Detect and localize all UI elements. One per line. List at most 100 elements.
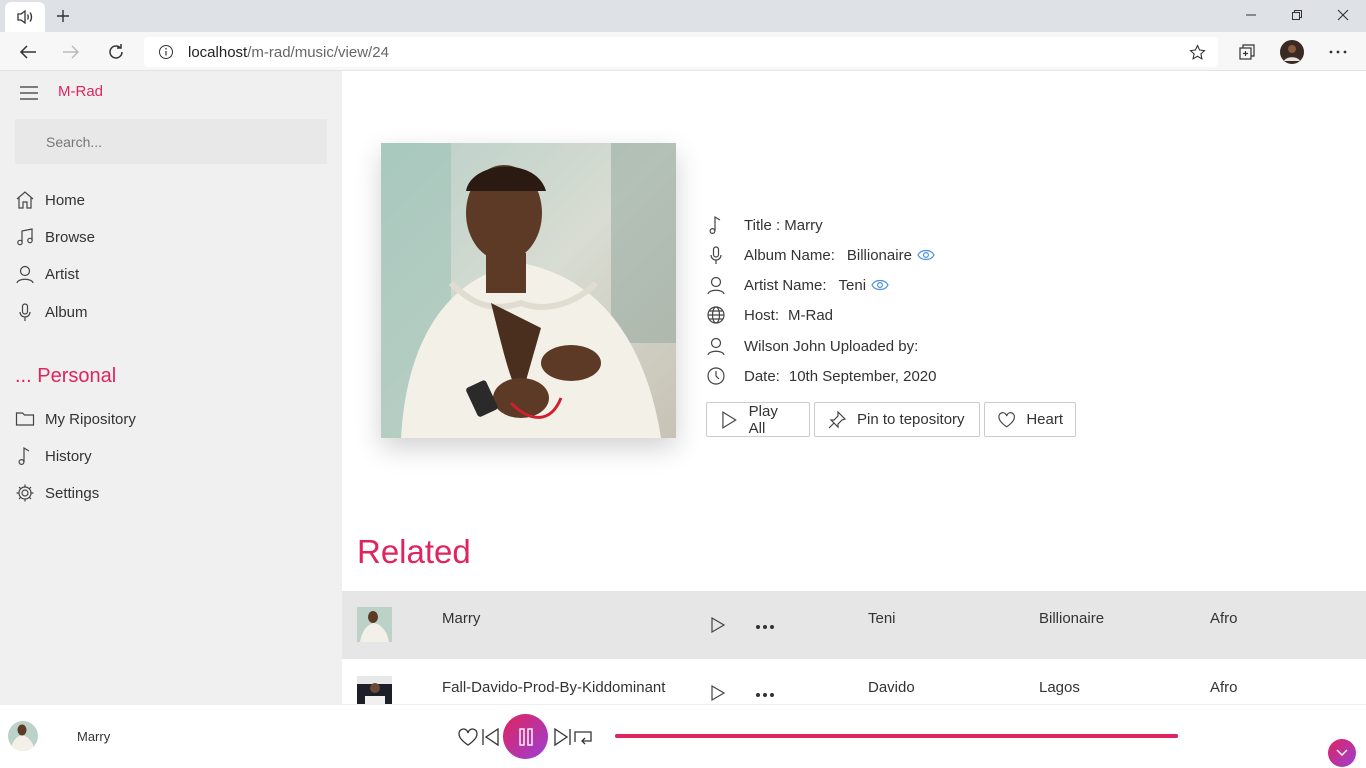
track-artist[interactable]: Teni xyxy=(868,610,896,627)
track-artist[interactable]: Davido xyxy=(868,679,915,696)
plus-icon xyxy=(57,10,69,22)
uploader-row: Wilson John Uploaded by: xyxy=(706,335,918,357)
clock-icon xyxy=(707,367,725,385)
profile-button[interactable] xyxy=(1277,37,1307,67)
main-content: Title : Marry Album Name: Billionaire Ar… xyxy=(342,71,1366,704)
host-label: Host: xyxy=(744,306,780,324)
track-title[interactable]: Marry xyxy=(442,610,480,627)
nav-item-album[interactable]: Album xyxy=(15,299,88,325)
url-text: localhost/m-rad/music/view/24 xyxy=(188,44,389,61)
play-all-button[interactable]: Play All xyxy=(706,402,810,437)
date-label: Date: xyxy=(744,367,780,385)
person-icon xyxy=(16,265,34,284)
collections-button[interactable] xyxy=(1232,37,1262,67)
reload-button[interactable] xyxy=(101,37,131,67)
nav-item-label: Album xyxy=(45,303,88,321)
album-cover-image xyxy=(381,143,676,438)
chevron-down-icon xyxy=(1336,749,1348,756)
more-horizontal-icon xyxy=(1329,50,1347,54)
now-playing-title: Marry xyxy=(77,729,111,744)
track-album[interactable]: Lagos xyxy=(1039,679,1080,696)
nav-item-settings[interactable]: Settings xyxy=(15,480,99,506)
track-cover-image xyxy=(357,607,392,642)
play-icon[interactable] xyxy=(709,616,727,634)
progress-bar[interactable] xyxy=(615,734,1178,738)
more-menu-button[interactable] xyxy=(1323,37,1353,67)
now-playing-thumbnail[interactable] xyxy=(8,721,38,751)
back-button[interactable] xyxy=(13,37,43,67)
host-value: M-Rad xyxy=(788,306,834,324)
nav-item-label: My Ripository xyxy=(45,410,136,428)
pause-button[interactable] xyxy=(503,714,548,759)
minimize-icon xyxy=(1246,14,1256,16)
gear-icon xyxy=(16,484,34,502)
person-icon xyxy=(707,276,725,295)
search-input[interactable] xyxy=(15,119,327,164)
song-title-row: Title : Marry xyxy=(706,214,823,236)
expand-player-button[interactable] xyxy=(1328,739,1356,767)
skip-previous-icon[interactable] xyxy=(480,727,502,747)
microphone-icon xyxy=(710,246,722,264)
close-window-button[interactable] xyxy=(1320,0,1366,30)
nav-item-browse[interactable]: Browse xyxy=(15,224,95,250)
play-icon[interactable] xyxy=(709,684,727,702)
track-album[interactable]: Billionaire xyxy=(1039,610,1104,627)
more-horizontal-icon[interactable] xyxy=(754,691,776,699)
star-icon[interactable] xyxy=(1189,44,1206,61)
nav-item-history[interactable]: History xyxy=(15,443,92,469)
artist-name-row: Artist Name: Teni xyxy=(706,274,889,296)
nav-item-home[interactable]: Home xyxy=(15,187,85,213)
pin-button[interactable]: Pin to tepository xyxy=(814,402,980,437)
nav-item-label: Browse xyxy=(45,228,96,246)
pin-icon xyxy=(828,410,847,428)
browser-tab-bar xyxy=(0,0,1366,32)
track-title[interactable]: Fall-Davido-Prod-By-Kiddominant xyxy=(442,679,665,696)
host-row: Host: M-Rad xyxy=(706,304,833,326)
speaker-icon[interactable] xyxy=(16,9,34,25)
new-tab-button[interactable] xyxy=(50,3,76,29)
pause-icon xyxy=(518,727,533,746)
nav-item-my-ripository[interactable]: My Ripository xyxy=(15,406,136,432)
browser-tab[interactable] xyxy=(5,2,45,32)
restore-button[interactable] xyxy=(1274,0,1320,30)
home-icon xyxy=(16,191,34,209)
info-icon[interactable] xyxy=(158,44,174,60)
artist-name-value[interactable]: Teni xyxy=(839,277,867,294)
heart-icon xyxy=(998,411,1015,427)
nav-item-label: Settings xyxy=(45,484,100,502)
arrow-left-icon xyxy=(19,45,36,59)
play-all-label: Play All xyxy=(748,402,778,437)
artist-photo xyxy=(381,143,676,438)
eye-icon[interactable] xyxy=(917,248,935,262)
heart-label: Heart xyxy=(1026,411,1063,428)
table-row[interactable]: Fall-Davido-Prod-By-Kiddominant Davido L… xyxy=(342,659,1366,704)
music-note-icon xyxy=(18,446,30,466)
forward-button[interactable] xyxy=(56,37,86,67)
table-row[interactable]: Marry Teni Billionaire Afro xyxy=(342,591,1366,659)
heart-button[interactable]: Heart xyxy=(984,402,1076,437)
url-path: /m-rad/music/view/24 xyxy=(247,44,389,61)
microphone-icon xyxy=(19,303,31,321)
heart-icon[interactable] xyxy=(457,727,479,747)
more-horizontal-icon[interactable] xyxy=(754,623,776,631)
brand-name[interactable]: M-Rad xyxy=(58,83,103,100)
album-name-value[interactable]: Billionaire xyxy=(847,247,912,264)
repeat-icon[interactable] xyxy=(572,727,594,747)
skip-next-icon[interactable] xyxy=(551,727,573,747)
arrow-right-icon xyxy=(63,45,80,59)
sidebar: M-Rad Home Browse Artist Album ... Perso… xyxy=(0,71,342,704)
player-bar: Marry xyxy=(0,704,1366,768)
track-thumbnail xyxy=(357,676,392,704)
address-bar[interactable]: localhost/m-rad/music/view/24 xyxy=(144,37,1218,67)
now-playing-cover-image xyxy=(8,721,38,751)
related-heading: Related xyxy=(357,533,471,570)
personal-heading: ... Personal xyxy=(15,365,117,387)
music-note-icon xyxy=(17,228,33,246)
eye-icon[interactable] xyxy=(871,278,889,292)
hamburger-menu-icon[interactable] xyxy=(19,85,39,101)
folder-icon xyxy=(15,412,35,426)
progress-fill xyxy=(615,734,1178,738)
nav-item-artist[interactable]: Artist xyxy=(15,261,79,287)
minimize-button[interactable] xyxy=(1228,0,1274,30)
track-cover-image xyxy=(357,676,392,704)
